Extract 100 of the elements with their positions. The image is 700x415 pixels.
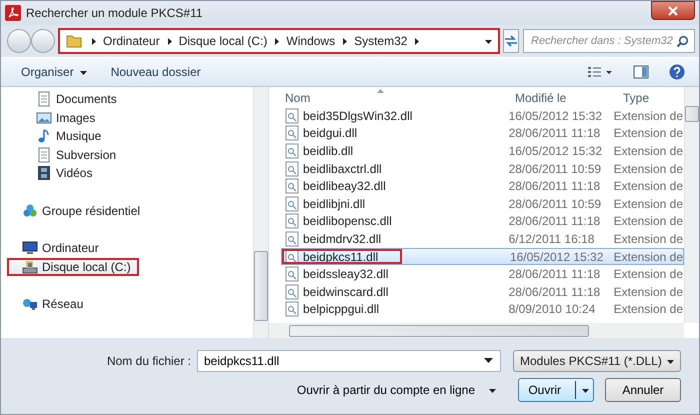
filename-label: Nom du fichier : [106,354,191,368]
app-icon [5,5,21,21]
toolbar-button[interactable]: Organiser [17,63,91,81]
breadcrumb-item[interactable]: Windows [286,34,336,48]
file-type: Extension de [612,126,683,142]
open-split-button[interactable]: Ouvrir [518,378,594,402]
file-name: belpicppgui.dll [282,302,506,318]
caret-icon [489,386,496,394]
file-type: Extension de [612,266,683,282]
modified-date: 28/06/2011 11:18 [508,214,602,230]
breadcrumb-item[interactable]: Disque local (C:) [178,34,268,48]
network-icon [22,296,38,312]
file-icon [285,213,299,230]
close-button[interactable] [651,1,695,20]
sidebar-item[interactable]: Réseau [1,295,249,314]
file-type: Extension de [612,108,683,124]
file-icon [285,230,299,247]
file-name: beidmdrv32.dll [282,231,506,247]
sidebar-item[interactable]: Disque local (C:) [7,258,139,276]
sidebar-item[interactable]: Subversion [1,146,249,164]
file-row[interactable]: beidlibopensc.dll 28/06/2011 11:18 Extension de [281,212,684,230]
sidebar-item[interactable]: Groupe résidentiel [1,202,249,220]
caret-icon [484,358,493,364]
file-row[interactable]: beidlibjni.dll 28/06/2011 10:59 Extension de [281,194,684,213]
sidebar-item[interactable]: Ordinateur [1,239,249,258]
file-type: Extension de [612,302,683,318]
breadcrumb-item[interactable]: Ordinateur [103,34,160,48]
scroll-thumb[interactable] [254,251,268,321]
caret-icon [485,38,492,44]
file-name: beidpkcs11.dll [282,248,402,264]
homegroup-icon [22,202,38,219]
column-header[interactable]: Modifié le [511,89,619,107]
toolbar-button[interactable]: Nouveau dossier [106,63,205,81]
address-bar[interactable]: Ordinateur Disque local (C:) Windows System32 [59,29,499,53]
scrollbar[interactable] [684,87,699,323]
file-row[interactable]: beidmdrv32.dll 6/12/2011 16:18 Extension de [281,230,684,248]
file-row[interactable]: beidpkcs11.dll 16/05/2012 15:32 Extension de [281,248,684,266]
scroll-thumb[interactable] [685,106,699,122]
window-title: Rechercher un module PKCS#11 [26,6,204,20]
modified-date: 6/12/2011 16:18 [508,231,596,247]
drive-icon [22,258,38,275]
file-type: Extension de [612,214,683,230]
file-row[interactable]: beidlib.dll 16/05/2012 15:32 Extension de [281,142,684,160]
file-type: Extension de [612,248,683,264]
file-icon [285,266,299,282]
help-icon[interactable] [667,62,687,82]
file-name: beidgui.dll [282,126,506,142]
scroll-thumb[interactable] [289,324,589,336]
document-icon [36,91,52,108]
file-type: Extension de [612,231,683,247]
file-type-dropdown[interactable]: Modules PKCS#11 (*.DLL) [513,350,681,372]
back-forward-buttons[interactable] [7,29,55,53]
sidebar-item[interactable]: Musique [1,127,249,146]
file-name: beidlib.dll [282,143,506,159]
file-type: Extension de [612,143,683,159]
file-icon [285,196,299,212]
file-type: Extension de [612,196,683,212]
file-row[interactable]: beidlibaxctrl.dll 28/06/2011 10:59 Extension de [281,160,684,178]
sidebar-item[interactable]: Vidéos [1,164,249,182]
view-options-button[interactable] [585,64,615,80]
folder-icon [66,34,82,48]
file-row[interactable]: beidssleay32.dll 28/06/2011 11:18 Extension de [281,265,684,283]
scrollbar[interactable] [269,323,684,338]
column-header[interactable]: Nom [281,89,511,107]
sidebar-item[interactable]: Documents [1,90,249,108]
file-type: Extension de [612,284,683,300]
preview-pane-button[interactable] [631,63,651,81]
caret-icon [582,386,589,394]
file-row[interactable]: beidwinscard.dll 28/06/2011 11:18 Extension de [281,282,684,301]
breadcrumb-item[interactable]: System32 [354,34,408,48]
open-online-dropdown[interactable]: Ouvrir à partir du compte en ligne [294,381,498,399]
file-row[interactable]: beidlibeay32.dll 28/06/2011 11:18 Extension de [281,177,684,195]
refresh-button[interactable] [503,29,519,53]
file-name: beidlibeay32.dll [282,178,506,194]
cancel-button[interactable]: Annuler [605,378,681,402]
sort-arrow-icon [377,89,384,93]
filename-field[interactable]: beidpkcs11.dll [197,350,501,372]
file-name: beidlibaxctrl.dll [282,160,506,176]
modified-date: 16/05/2012 15:32 [508,248,604,264]
sidebar-item[interactable]: Images [1,108,249,127]
file-icon [285,301,299,318]
file-row[interactable]: beid35DlgsWin32.dll 16/05/2012 15:32 Extension de [281,107,684,125]
caret-icon [90,38,97,44]
search-icon [676,34,689,48]
close-icon [667,6,679,16]
file-name: beidwinscard.dll [282,284,506,300]
search-field[interactable]: Rechercher dans : System32 [523,29,695,53]
file-row[interactable]: belpicppgui.dll 8/09/2010 10:24 Extension de [281,300,684,318]
caret-icon [166,38,173,44]
file-row[interactable]: beidgui.dll 28/06/2011 11:18 Extension de [281,124,684,142]
file-name: beidssleay32.dll [282,266,506,282]
caret-icon [80,68,87,76]
column-header[interactable]: Type [619,89,684,107]
file-type: Extension de [612,178,683,194]
file-icon [285,160,299,177]
file-icon [285,108,299,124]
caret-icon [667,358,674,364]
scrollbar[interactable] [253,87,268,338]
file-type: Extension de [612,160,683,176]
film-icon [36,165,52,182]
